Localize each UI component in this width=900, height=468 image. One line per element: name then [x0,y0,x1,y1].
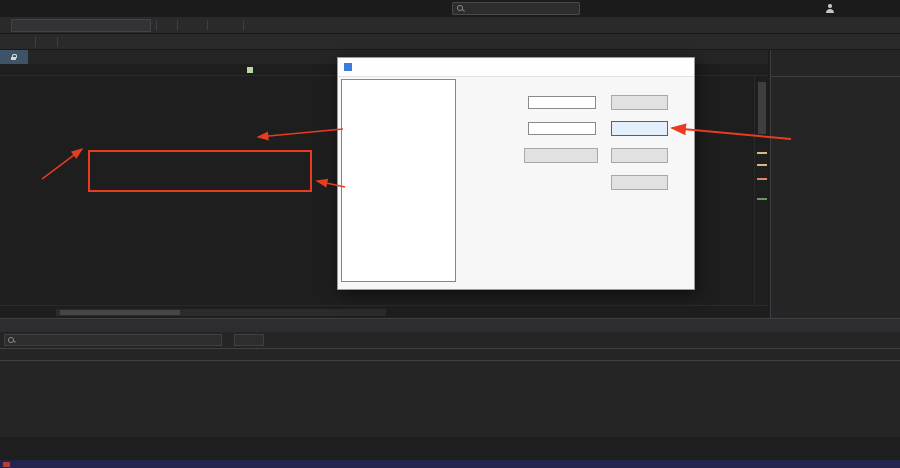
add-college-button[interactable] [611,95,668,110]
clear-all-button[interactable] [611,175,668,190]
clear-input-button[interactable] [524,148,598,163]
autos-body[interactable] [0,361,900,437]
class-icon [247,67,253,73]
autos-tab-strip [0,437,900,449]
process-dropdown[interactable] [11,18,151,32]
annotation-rectangle [88,150,312,192]
autos-columns [0,348,900,361]
college-input[interactable] [528,96,596,109]
lock-icon [11,53,17,61]
standard-toolbar [0,34,900,50]
user-avatar-icon[interactable] [825,4,834,13]
search-icon [8,336,15,344]
treeview[interactable] [341,79,456,282]
autos-search-input[interactable] [4,334,222,346]
project-selector[interactable] [6,64,9,76]
delete-node-button[interactable] [611,148,668,163]
tab-form1-design[interactable] [28,50,42,64]
app-icon [344,63,352,71]
status-bar [0,460,900,468]
bottom-tab-strip [0,449,900,460]
title-bar [0,0,900,17]
search-depth-select[interactable] [234,334,264,346]
app-window-titlebar[interactable] [338,58,694,77]
scrollbar-thumb[interactable] [758,82,766,134]
editor-vertical-scrollbar[interactable] [754,76,768,305]
autos-panel [0,318,900,437]
add-class-button[interactable] [611,121,668,136]
app-close-button[interactable] [671,58,694,76]
visual-studio-window [0,0,900,468]
background-task-icon[interactable] [3,461,10,467]
quick-search-box[interactable] [452,2,580,15]
tab-form1-cs[interactable] [0,50,28,64]
treeviewtest-window [337,57,695,290]
properties-panel [770,50,900,318]
class-input[interactable] [528,122,596,135]
debug-toolbar [0,17,900,34]
app-maximize-button[interactable] [648,58,671,76]
editor-status-bar [0,305,768,318]
horizontal-scrollbar[interactable] [56,308,386,316]
search-icon [457,5,464,12]
app-minimize-button[interactable] [625,58,648,76]
type-selector[interactable] [247,64,259,76]
